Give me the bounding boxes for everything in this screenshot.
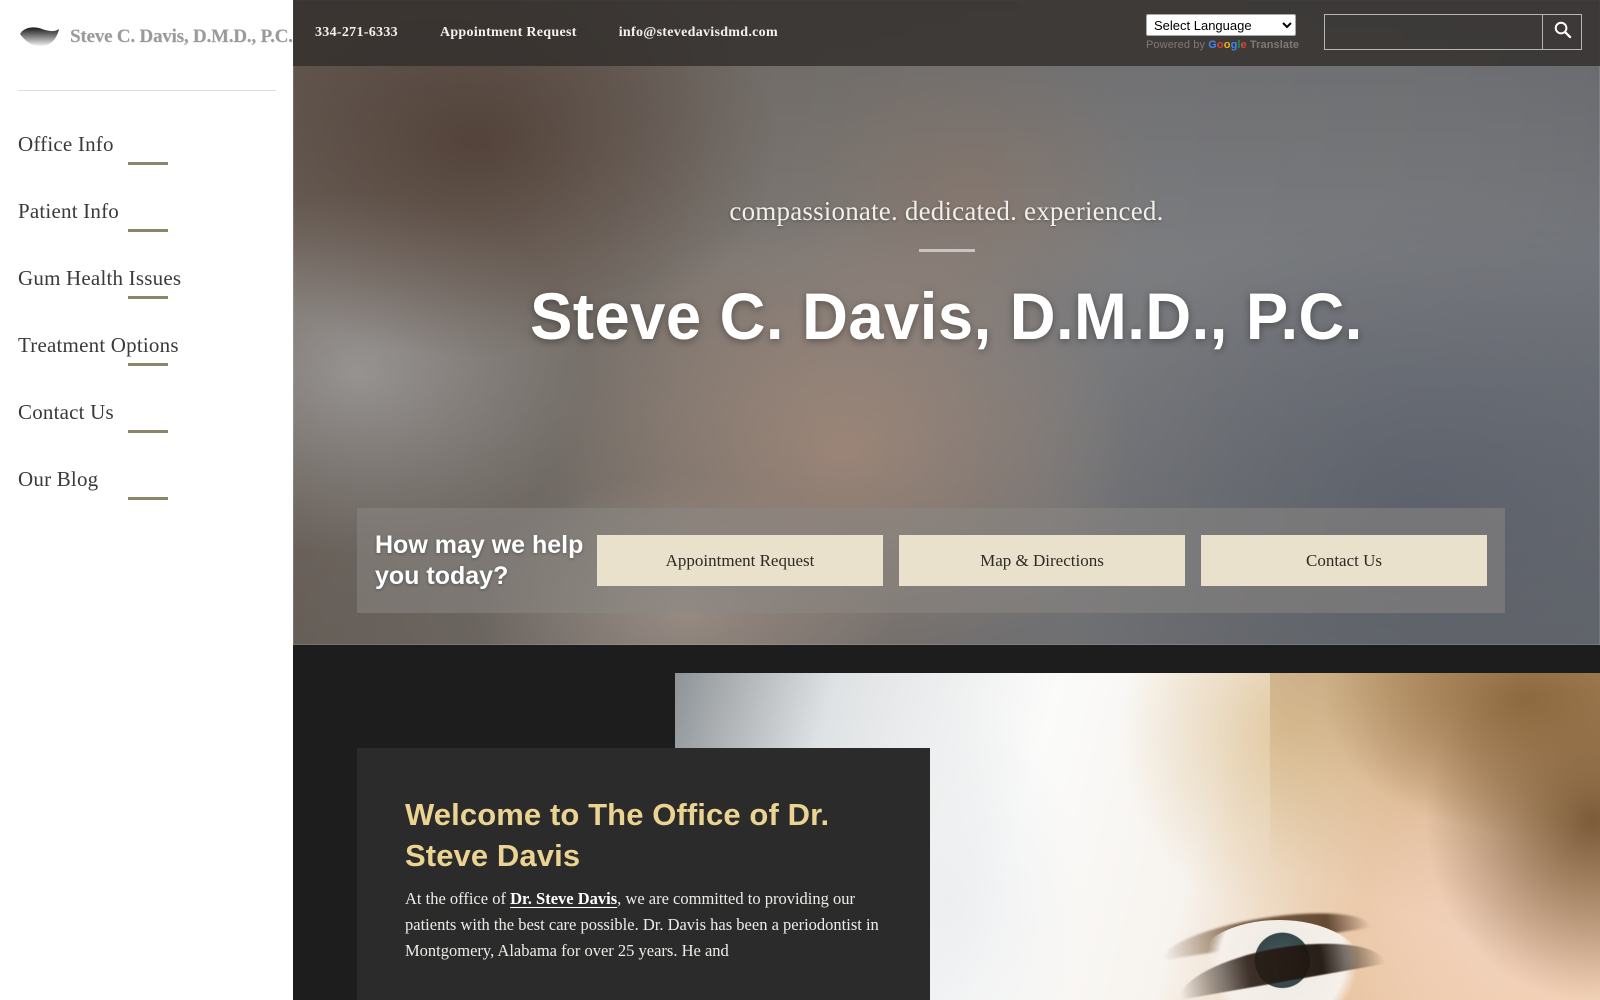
- sidebar-item-rule: [128, 497, 168, 500]
- sidebar-item-contact-us[interactable]: Contact Us: [0, 394, 293, 461]
- hero-divider: [918, 249, 975, 252]
- appointment-request-link[interactable]: Appointment Request: [440, 25, 577, 41]
- cta-bar: How may we help you today? Appointment R…: [357, 508, 1505, 613]
- welcome-section: Welcome to The Office of Dr. Steve Davis…: [293, 645, 1600, 1000]
- sidebar-item-treatment-options[interactable]: Treatment Options: [0, 327, 293, 394]
- main-content: 334-271-6333 Appointment Request info@st…: [293, 0, 1600, 1000]
- sidebar-item-patient-info[interactable]: Patient Info: [0, 193, 293, 260]
- sidebar-item-office-info[interactable]: Office Info: [0, 126, 293, 193]
- welcome-body: At the office of Dr. Steve Davis, we are…: [405, 886, 890, 963]
- wave-swoosh-icon: [18, 24, 60, 50]
- cta-question: How may we help you today?: [375, 531, 584, 590]
- dr-steve-davis-link[interactable]: Dr. Steve Davis: [510, 889, 617, 908]
- language-select[interactable]: Select Language: [1146, 14, 1296, 36]
- cta-map-directions-button[interactable]: Map & Directions: [899, 535, 1185, 586]
- sidebar-item-label: Gum Health Issues: [18, 266, 182, 290]
- language-selector: Select Language Powered by Google Transl…: [1146, 14, 1300, 51]
- search-box: [1324, 14, 1582, 50]
- hero-banner: 334-271-6333 Appointment Request info@st…: [293, 0, 1600, 645]
- sidebar-item-rule: [128, 162, 168, 165]
- logo[interactable]: Steve C. Davis, D.M.D., P.C.: [0, 0, 293, 50]
- sidebar: Steve C. Davis, D.M.D., P.C. Office Info…: [0, 0, 293, 1000]
- logo-text: Steve C. Davis, D.M.D., P.C.: [70, 26, 293, 47]
- sidebar-nav: Office Info Patient Info Gum Health Issu…: [0, 126, 293, 528]
- search-button[interactable]: [1542, 14, 1582, 50]
- email-link[interactable]: info@stevedavisdmd.com: [619, 25, 778, 41]
- sidebar-item-rule: [128, 229, 168, 232]
- hero-title: Steve C. Davis, D.M.D., P.C.: [530, 279, 1363, 353]
- sidebar-item-label: Contact Us: [18, 400, 114, 424]
- top-bar-utilities: Select Language Powered by Google Transl…: [1146, 0, 1582, 66]
- sidebar-item-label: Patient Info: [18, 199, 119, 223]
- top-bar: 334-271-6333 Appointment Request info@st…: [293, 0, 1600, 66]
- hero-tagline: compassionate. dedicated. experienced.: [729, 196, 1164, 226]
- welcome-card: Welcome to The Office of Dr. Steve Davis…: [357, 748, 930, 1000]
- cta-appointment-request-button[interactable]: Appointment Request: [597, 535, 883, 586]
- cta-contact-us-button[interactable]: Contact Us: [1201, 535, 1487, 586]
- welcome-body-lead: At the office of: [405, 889, 506, 909]
- google-logo-icon: Google: [1208, 39, 1247, 51]
- phone-link[interactable]: 334-271-6333: [315, 25, 398, 41]
- sidebar-item-label: Office Info: [18, 132, 114, 156]
- welcome-title: Welcome to The Office of Dr. Steve Davis: [405, 797, 830, 874]
- top-bar-links: 334-271-6333 Appointment Request info@st…: [293, 25, 778, 41]
- sidebar-item-rule: [128, 363, 168, 366]
- hero-text-block: compassionate. dedicated. experienced. S…: [293, 196, 1600, 354]
- sidebar-item-gum-health-issues[interactable]: Gum Health Issues: [0, 260, 293, 327]
- search-input[interactable]: [1324, 14, 1542, 50]
- sidebar-item-rule: [128, 296, 168, 299]
- page-root: Steve C. Davis, D.M.D., P.C. Office Info…: [0, 0, 1600, 1000]
- sidebar-divider: [18, 90, 276, 91]
- credit-suffix: Translate: [1249, 39, 1300, 51]
- cta-buttons: Appointment Request Map & Directions Con…: [597, 535, 1487, 586]
- credit-prefix: Powered by: [1146, 39, 1206, 51]
- search-icon: [1553, 20, 1572, 44]
- sidebar-item-label: Our Blog: [18, 467, 99, 491]
- sidebar-item-label: Treatment Options: [18, 333, 179, 357]
- sidebar-item-our-blog[interactable]: Our Blog: [0, 461, 293, 528]
- google-translate-credit: Powered by Google Translate: [1146, 39, 1300, 51]
- sidebar-item-rule: [128, 430, 168, 433]
